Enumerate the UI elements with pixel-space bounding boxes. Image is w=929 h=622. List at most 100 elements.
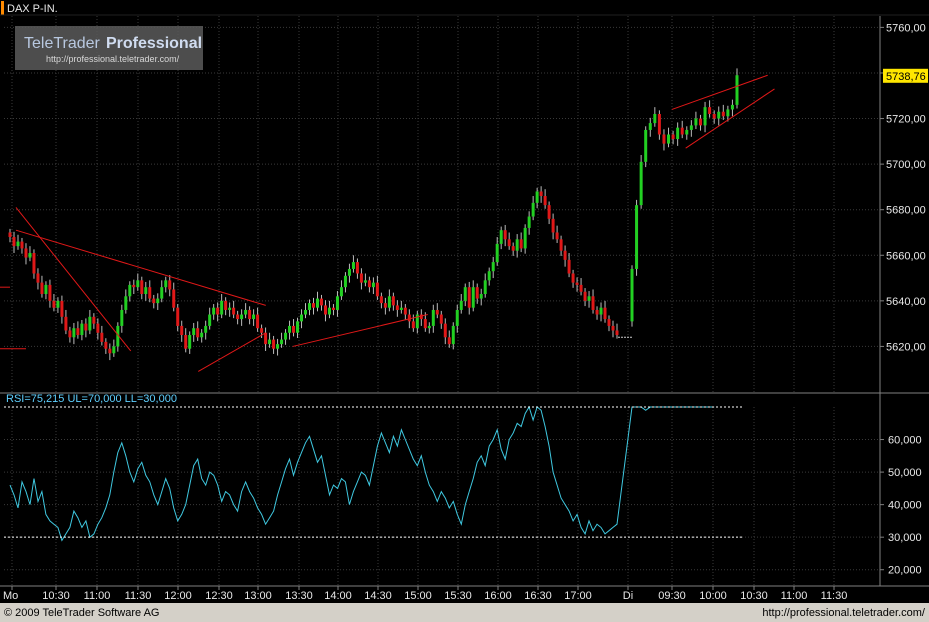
time-tick-label: 13:00: [244, 590, 272, 602]
candle-body: [448, 337, 451, 344]
candle-body: [713, 114, 716, 119]
candle-body: [300, 315, 303, 322]
footer-url: http://professional.teletrader.com/: [762, 607, 926, 619]
candle-body: [384, 303, 387, 308]
time-tick-label: Mo: [3, 590, 18, 602]
rsi-tick-label: 30,000: [888, 532, 922, 544]
candle-body: [640, 162, 643, 205]
candle-body: [268, 340, 271, 345]
candle-body: [694, 119, 697, 126]
candle-body: [376, 283, 379, 297]
candle-body: [216, 308, 219, 315]
candle-body: [264, 333, 267, 344]
price-tick-label: 5620,00: [886, 341, 926, 353]
candle-body: [172, 289, 175, 307]
candle-body: [404, 308, 407, 315]
candle-body: [596, 310, 599, 315]
candle-body: [24, 248, 27, 257]
candle-body: [681, 128, 684, 135]
candle-body: [662, 134, 665, 143]
candle-body: [256, 315, 259, 329]
candle-body: [631, 269, 634, 321]
time-tick-label: 15:00: [404, 590, 432, 602]
candle-body: [484, 280, 487, 294]
candle-body: [460, 301, 463, 310]
candle-body: [92, 317, 95, 324]
candle-body: [731, 105, 734, 110]
time-tick-label: 16:30: [524, 590, 552, 602]
candle-body: [364, 280, 367, 282]
candle-body: [336, 296, 339, 310]
candle-body: [726, 109, 729, 116]
candle-body: [324, 305, 327, 314]
candle-body: [284, 333, 287, 340]
candle-body: [84, 324, 87, 331]
candle-body: [649, 123, 652, 130]
candle-body: [248, 310, 251, 319]
candle-body: [36, 274, 39, 283]
candle-body: [272, 340, 275, 349]
candle-body: [152, 299, 155, 304]
candle-body: [52, 301, 55, 308]
candle-body: [128, 285, 131, 296]
candle-body: [608, 319, 611, 326]
time-tick-label: 09:30: [658, 590, 686, 602]
candle-body: [544, 196, 547, 205]
time-tick-label: 14:00: [324, 590, 352, 602]
candle-body: [112, 346, 115, 353]
candle-body: [16, 242, 19, 247]
candle-body: [408, 315, 411, 322]
candle-body: [556, 232, 559, 239]
watermark-brand-light: TeleTrader: [24, 35, 101, 52]
candle-body: [68, 330, 71, 337]
candle-body: [28, 253, 31, 258]
candle-body: [140, 280, 143, 294]
candle-body: [452, 326, 455, 344]
candle-body: [588, 296, 591, 301]
candle-body: [144, 287, 147, 294]
symbol-title: DAX P-IN.: [7, 3, 58, 15]
candle-body: [717, 112, 720, 119]
candle-body: [340, 287, 343, 296]
candle-body: [472, 287, 475, 308]
candle-body: [132, 285, 135, 287]
footer-copyright: © 2009 TeleTrader Software AG: [4, 607, 159, 619]
candle-body: [496, 244, 499, 262]
candle-body: [532, 203, 535, 217]
candle-body: [124, 296, 127, 310]
candle-body: [568, 260, 571, 274]
candle-body: [120, 310, 123, 326]
candle-body: [316, 299, 319, 308]
candle-body: [104, 342, 107, 349]
candle-body: [240, 315, 243, 320]
candle-body: [616, 330, 619, 335]
candle-body: [76, 328, 79, 335]
price-tick-label: 5760,00: [886, 22, 926, 34]
time-tick-label: 16:00: [484, 590, 512, 602]
candle-body: [676, 128, 679, 139]
candle-body: [164, 280, 167, 287]
candle-body: [672, 134, 675, 139]
candle-body: [464, 287, 467, 301]
chart-background: [0, 0, 929, 622]
candle-body: [504, 230, 507, 239]
candle-body: [560, 239, 563, 250]
candle-body: [699, 119, 702, 126]
watermark-url: http://professional.teletrader.com/: [46, 54, 180, 64]
candle-body: [80, 324, 83, 335]
candle-body: [516, 239, 519, 250]
candle-body: [88, 317, 91, 331]
candle-body: [736, 75, 739, 105]
candle-body: [312, 303, 315, 308]
time-tick-label: 11:00: [781, 590, 808, 602]
time-tick-label: 10:00: [699, 590, 727, 602]
candle-body: [292, 326, 295, 333]
candle-body: [524, 228, 527, 249]
candle-body: [196, 328, 199, 337]
dax-chart[interactable]: DAX P-IN. TeleTrader Professional http:/…: [0, 0, 929, 622]
candle-body: [360, 274, 363, 283]
price-tick-label: 5680,00: [886, 205, 926, 217]
candle-body: [20, 242, 23, 249]
candle-body: [600, 308, 603, 315]
rsi-tick-label: 60,000: [888, 435, 922, 447]
